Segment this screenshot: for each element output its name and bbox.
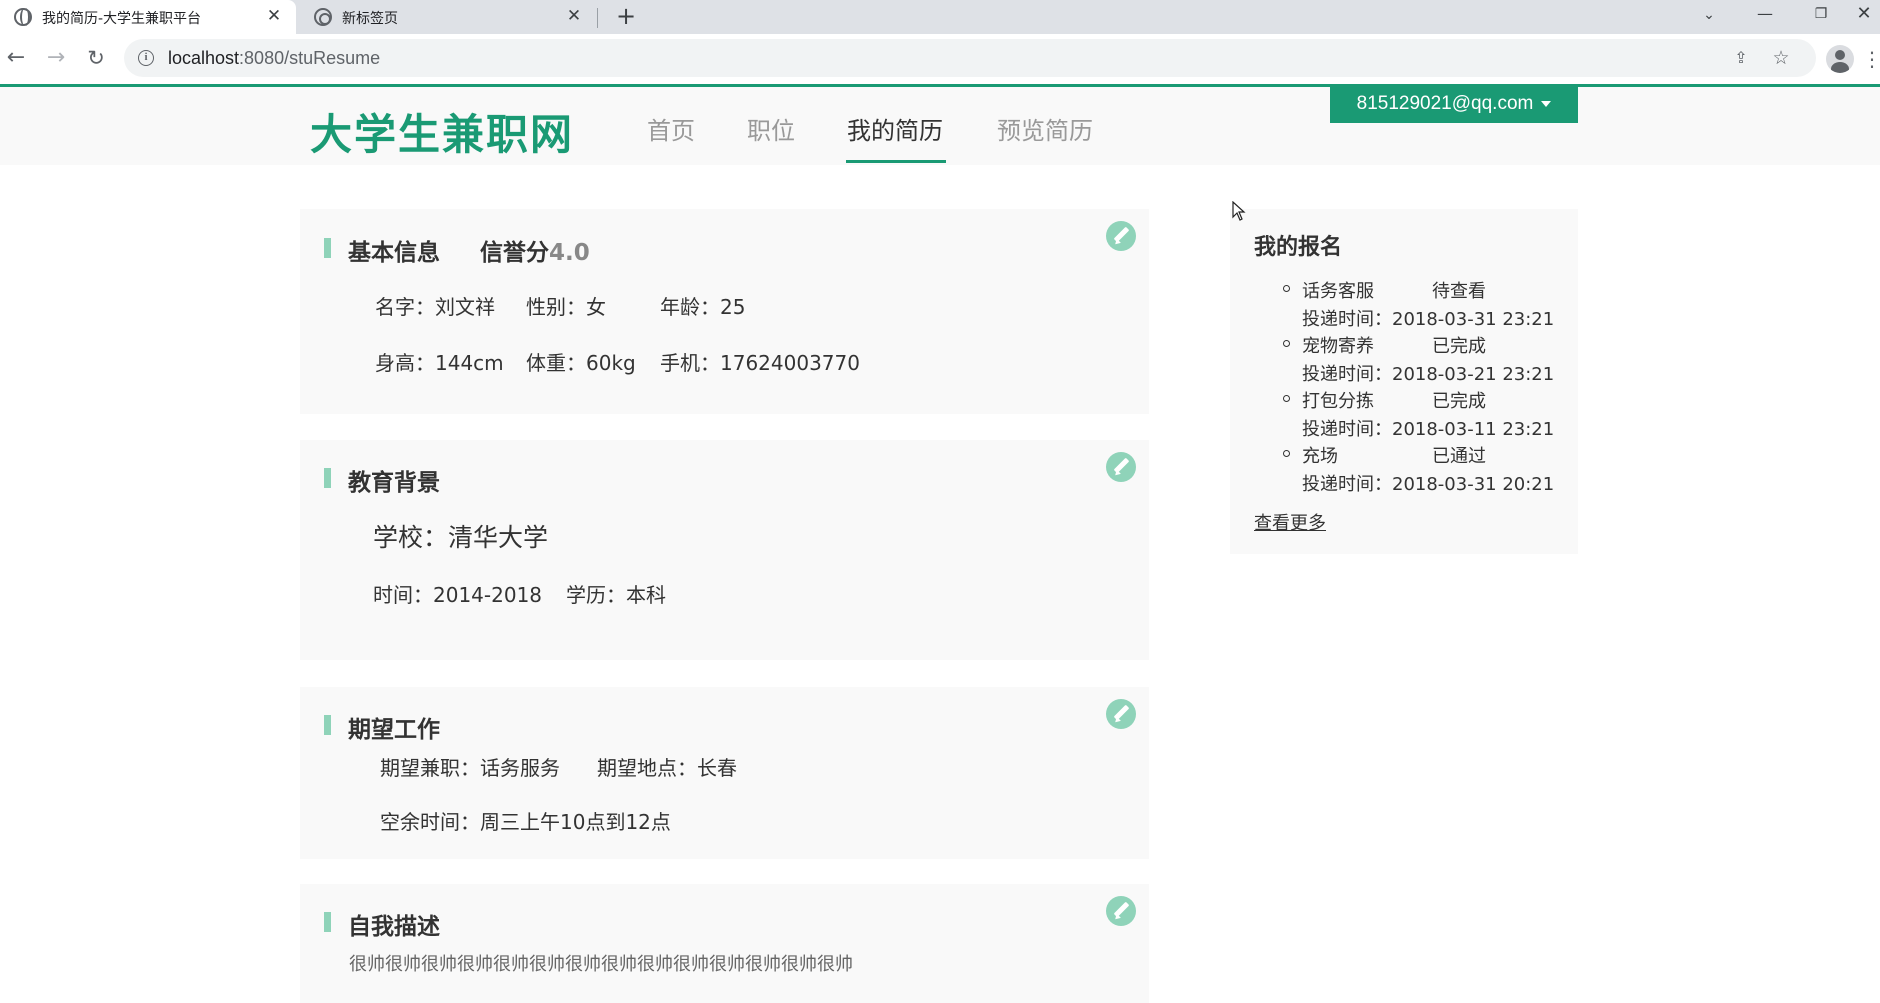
back-arrow-icon[interactable]: ← (0, 42, 32, 74)
application-time: 投递时间：2018-03-11 23:21 (1302, 419, 1555, 440)
bullet-icon (1283, 450, 1290, 457)
user-email: 815129021@qq.com (1356, 93, 1534, 114)
basic-info-heading: 基本信息 (348, 240, 440, 266)
site-header: 大学生兼职网 首页 职位 我的简历 预览简历 815129021@qq.com (0, 87, 1880, 165)
tab-search-chevron-icon[interactable]: ⌄ (1680, 1, 1738, 31)
url-host: localhost (168, 48, 240, 68)
field-school: 学校：清华大学 (373, 523, 549, 552)
url-path: :8080/stuResume (239, 48, 381, 68)
site-logo[interactable]: 大学生兼职网 (310, 101, 574, 162)
basic-info-card: 基本信息 信誉分4.0 名字：刘文祥 性别：女 年龄：25 身高：144cm 体重… (300, 209, 1149, 414)
user-menu-button[interactable]: 815129021@qq.com (1330, 87, 1578, 123)
section-marker (324, 715, 331, 735)
application-status: 待查看 (1432, 281, 1486, 302)
globe-icon (14, 8, 32, 26)
nav-preview-resume[interactable]: 预览简历 (997, 111, 1093, 146)
reload-icon[interactable]: ↻ (80, 42, 112, 74)
field-weight: 体重：60kg (526, 351, 636, 375)
nav-active-underline (846, 160, 946, 163)
edit-basic-info-icon[interactable] (1106, 221, 1136, 251)
self-desc-text: 很帅很帅很帅很帅很帅很帅很帅很帅很帅很帅很帅很帅很帅很帅 (349, 954, 853, 975)
credit-label: 信誉分 (480, 240, 549, 266)
my-applications-panel: 我的报名 话务客服 待查看 投递时间：2018-03-31 23:21 宠物寄养… (1230, 209, 1578, 554)
page-content: 大学生兼职网 首页 职位 我的简历 预览简历 815129021@qq.com … (0, 84, 1880, 1003)
edit-expected-job-icon[interactable] (1106, 699, 1136, 729)
nav-jobs[interactable]: 职位 (747, 111, 795, 146)
section-marker (324, 238, 331, 258)
field-period: 时间：2014-2018 (373, 583, 543, 607)
education-card: 教育背景 学校：清华大学 时间：2014-2018 学历：本科 (300, 440, 1149, 660)
field-expected-location: 期望地点：长春 (597, 756, 737, 780)
tab-separator (597, 8, 598, 28)
application-item[interactable]: 充场 已通过 (1283, 442, 1486, 468)
field-degree: 学历：本科 (566, 583, 666, 607)
field-name: 名字：刘文祥 (375, 295, 495, 319)
application-job: 充场 (1302, 446, 1338, 467)
field-gender: 性别：女 (526, 295, 606, 319)
field-age: 年龄：25 (660, 295, 746, 319)
application-status: 已通过 (1432, 446, 1486, 467)
close-tab-icon[interactable]: ✕ (564, 6, 584, 26)
bullet-icon (1283, 340, 1290, 347)
new-tab-button[interactable]: + (612, 3, 640, 31)
self-desc-card: 自我描述 很帅很帅很帅很帅很帅很帅很帅很帅很帅很帅很帅很帅很帅很帅 (300, 884, 1149, 1003)
application-job: 宠物寄养 (1302, 336, 1374, 357)
field-height: 身高：144cm (375, 351, 504, 375)
tab-title: 新标签页 (342, 11, 398, 27)
chrome-icon (314, 8, 332, 26)
site-info-icon[interactable]: i (138, 50, 154, 66)
url-text[interactable]: localhost:8080/stuResume (168, 48, 380, 69)
application-time: 投递时间：2018-03-31 23:21 (1302, 309, 1555, 330)
section-marker (324, 912, 331, 932)
tab-resume[interactable]: 我的简历-大学生兼职平台 ✕ (0, 0, 296, 34)
application-status: 已完成 (1432, 336, 1486, 357)
bookmark-star-icon[interactable]: ☆ (1768, 45, 1794, 71)
view-more-link[interactable]: 查看更多 (1254, 509, 1326, 535)
application-item[interactable]: 话务客服 待查看 (1283, 277, 1486, 303)
nav-my-resume[interactable]: 我的简历 (847, 111, 943, 146)
share-icon[interactable]: ⇪ (1728, 45, 1754, 71)
applications-title: 我的报名 (1254, 235, 1343, 260)
field-free-time: 空余时间：周三上午10点到12点 (380, 810, 671, 834)
minimize-button[interactable]: — (1736, 0, 1794, 30)
expected-job-card: 期望工作 期望兼职：话务服务 期望地点：长春 空余时间：周三上午10点到12点 (300, 687, 1149, 859)
browser-toolbar: ← → ↻ i localhost:8080/stuResume ⇪ ☆ ⋮ (0, 34, 1880, 84)
application-job: 话务客服 (1302, 281, 1374, 302)
maximize-button[interactable]: ❐ (1792, 0, 1850, 30)
section-marker (324, 468, 331, 488)
application-item[interactable]: 宠物寄养 已完成 (1283, 332, 1486, 358)
expected-job-title: 期望工作 (348, 717, 440, 743)
close-tab-icon[interactable]: ✕ (264, 6, 284, 26)
browser-tabstrip: 我的简历-大学生兼职平台 ✕ 新标签页 ✕ + ⌄ — ❐ ✕ (0, 0, 1880, 34)
education-title: 教育背景 (348, 470, 440, 496)
forward-arrow-icon[interactable]: → (40, 42, 72, 74)
field-expected-job: 期望兼职：话务服务 (380, 756, 560, 780)
edit-self-desc-icon[interactable] (1106, 896, 1136, 926)
credit-score: 4.0 (549, 240, 590, 266)
application-item[interactable]: 打包分拣 已完成 (1283, 387, 1486, 413)
application-time: 投递时间：2018-03-21 23:21 (1302, 364, 1555, 385)
address-bar[interactable]: i localhost:8080/stuResume ⇪ ☆ (124, 39, 1816, 77)
window-close-button[interactable]: ✕ (1848, 0, 1880, 30)
self-desc-title: 自我描述 (348, 914, 440, 940)
profile-avatar-icon[interactable] (1826, 45, 1854, 73)
field-phone: 手机：17624003770 (660, 351, 860, 375)
bullet-icon (1283, 285, 1290, 292)
application-status: 已完成 (1432, 391, 1486, 412)
edit-education-icon[interactable] (1106, 452, 1136, 482)
bullet-icon (1283, 395, 1290, 402)
browser-menu-icon[interactable]: ⋮ (1862, 44, 1880, 74)
application-job: 打包分拣 (1302, 391, 1374, 412)
basic-info-title: 基本信息 信誉分4.0 (348, 233, 590, 267)
application-time: 投递时间：2018-03-31 20:21 (1302, 474, 1555, 495)
caret-down-icon (1541, 100, 1552, 107)
nav-home[interactable]: 首页 (647, 111, 695, 146)
tab-title: 我的简历-大学生兼职平台 (42, 11, 202, 27)
tab-newtab[interactable]: 新标签页 ✕ (300, 0, 596, 34)
